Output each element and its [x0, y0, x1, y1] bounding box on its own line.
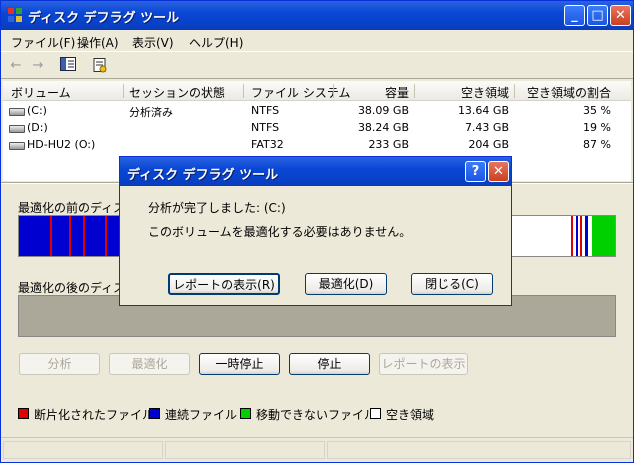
- menu-help[interactable]: ヘルプ(H): [189, 34, 243, 51]
- col-free[interactable]: 空き領域: [419, 84, 509, 101]
- pause-button[interactable]: 一時停止: [199, 353, 280, 375]
- menu-file[interactable]: ファイル(F): [11, 34, 75, 51]
- contiguous-block: [585, 216, 588, 256]
- dialog-defragment-button[interactable]: 最適化(D): [305, 273, 387, 295]
- col-filesystem[interactable]: ファイル システム: [251, 84, 350, 101]
- status-pane: [165, 441, 325, 459]
- volume-free-pct: 87 %: [583, 138, 611, 151]
- close-icon: ✕: [615, 8, 626, 23]
- unmovable-swatch: [240, 408, 251, 419]
- minimize-icon: _: [571, 8, 578, 23]
- defrag-app-icon: [8, 8, 22, 22]
- volume-free-pct: 35 %: [583, 104, 611, 117]
- fragmented-block: [69, 216, 71, 256]
- col-divider[interactable]: [243, 84, 244, 98]
- volume-free-pct: 19 %: [583, 121, 611, 134]
- properties-icon[interactable]: [91, 57, 109, 75]
- dialog-close-button[interactable]: ✕: [488, 161, 509, 182]
- defragment-button[interactable]: 最適化: [109, 353, 190, 375]
- fragmented-block: [105, 216, 107, 256]
- help-icon: ?: [471, 164, 480, 179]
- menu-bar: ファイル(F) 操作(A) 表示(V) ヘルプ(H): [1, 30, 633, 52]
- dialog-message-line1: 分析が完了しました: (C:): [148, 201, 286, 215]
- forward-arrow-icon[interactable]: →: [29, 57, 47, 75]
- dialog-message-line2: このボリュームを最適化する必要はありません。: [148, 225, 412, 239]
- volume-name: (D:): [27, 121, 48, 134]
- volume-name: (C:): [27, 104, 47, 117]
- close-icon: ✕: [493, 164, 504, 179]
- status-pane: [327, 441, 631, 459]
- volume-free: 13.64 GB: [457, 104, 509, 117]
- menu-action[interactable]: 操作(A): [77, 34, 119, 51]
- console-tree-icon[interactable]: [59, 57, 77, 75]
- window-title: ディスク デフラグ ツール: [28, 11, 180, 26]
- maximize-button[interactable]: □: [587, 5, 608, 26]
- dialog-title-bar[interactable]: ディスク デフラグ ツール ? ✕: [120, 157, 511, 186]
- hard-drive-icon: [9, 125, 25, 133]
- stop-button[interactable]: 停止: [289, 353, 370, 375]
- volume-status: 分析済み: [129, 106, 173, 119]
- dialog-close-action-button[interactable]: 閉じる(C): [411, 273, 493, 295]
- hard-drive-icon: [9, 108, 25, 116]
- menu-view[interactable]: 表示(V): [132, 34, 174, 51]
- dialog-title: ディスク デフラグ ツール: [127, 168, 279, 183]
- col-status[interactable]: セッションの状態: [129, 84, 225, 101]
- volume-fs: FAT32: [251, 138, 284, 151]
- legend-free: 空き領域: [386, 408, 435, 422]
- legend-fragmented: 断片化されたファイル: [34, 408, 155, 422]
- status-pane: [3, 441, 163, 459]
- volume-capacity: 38.24 GB: [357, 121, 409, 134]
- volume-fs: NTFS: [251, 121, 280, 134]
- volume-list-header: ボリューム セッションの状態 ファイル システム 容量 空き領域 空き領域の割合: [3, 81, 631, 101]
- toolbar: ← →: [1, 53, 633, 79]
- view-report-button[interactable]: レポートの表示: [379, 353, 468, 375]
- maximize-icon: □: [591, 8, 604, 23]
- back-arrow-icon[interactable]: ←: [7, 57, 25, 75]
- volume-capacity: 233 GB: [368, 138, 409, 151]
- free-swatch: [370, 408, 381, 419]
- legend-unmovable: 移動できないファイル: [256, 408, 377, 422]
- volume-row-d[interactable]: (D:) NTFS 38.24 GB 7.43 GB 19 %: [3, 119, 631, 136]
- contiguous-block: [576, 216, 578, 256]
- minimize-button[interactable]: _: [564, 5, 585, 26]
- unmovable-block: [592, 216, 615, 256]
- volume-row-o[interactable]: HD-HU2 (O:) FAT32 233 GB 204 GB 87 %: [3, 136, 631, 153]
- volume-free: 7.43 GB: [464, 121, 509, 134]
- col-divider[interactable]: [333, 84, 334, 98]
- fragmented-swatch: [18, 408, 29, 419]
- volume-free: 204 GB: [468, 138, 509, 151]
- col-divider[interactable]: [514, 84, 515, 98]
- volume-fs: NTFS: [251, 104, 280, 117]
- fragmented-block: [571, 216, 573, 256]
- col-divider[interactable]: [123, 84, 124, 98]
- analyze-button[interactable]: 分析: [19, 353, 100, 375]
- volume-row-c[interactable]: (C:) 分析済み NTFS 38.09 GB 13.64 GB 35 %: [3, 102, 631, 119]
- col-volume[interactable]: ボリューム: [11, 84, 71, 101]
- close-button[interactable]: ✕: [610, 5, 631, 26]
- col-divider[interactable]: [414, 84, 415, 98]
- col-free-pct[interactable]: 空き領域の割合: [519, 84, 611, 101]
- volume-capacity: 38.09 GB: [357, 104, 409, 117]
- fragmented-block: [83, 216, 85, 256]
- dialog-view-report-button[interactable]: レポートの表示(R): [168, 273, 280, 295]
- fragmented-block: [580, 216, 582, 256]
- col-capacity[interactable]: 容量: [339, 84, 409, 101]
- contiguous-swatch: [149, 408, 160, 419]
- hard-drive-icon: [9, 142, 25, 150]
- legend-contiguous: 連続ファイル: [165, 408, 238, 422]
- fragmented-block: [50, 216, 52, 256]
- status-bar: [1, 437, 633, 462]
- dialog-help-button[interactable]: ?: [465, 161, 486, 182]
- volume-name: HD-HU2 (O:): [27, 138, 96, 151]
- analysis-complete-dialog: ディスク デフラグ ツール ? ✕ 分析が完了しました: (C:) このボリュー…: [119, 156, 512, 306]
- title-bar[interactable]: ディスク デフラグ ツール _ □ ✕: [1, 1, 633, 30]
